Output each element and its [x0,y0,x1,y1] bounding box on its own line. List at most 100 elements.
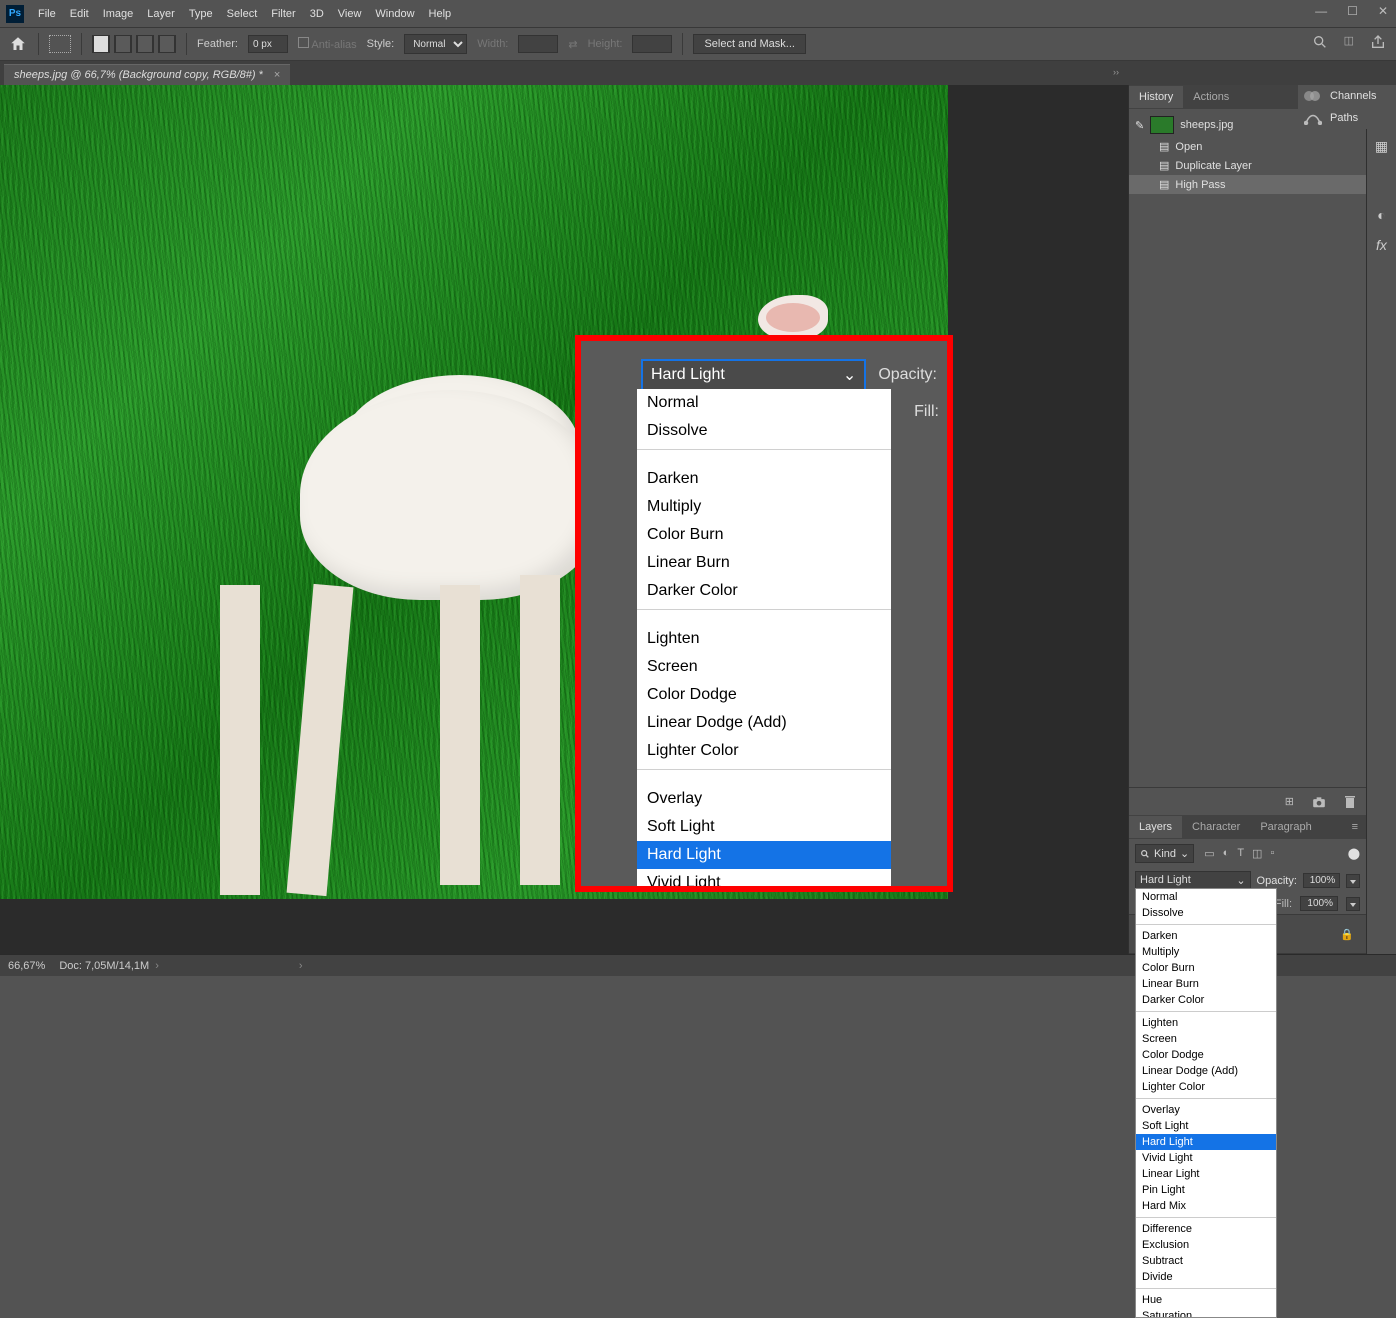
blend-mode-dropdown-zoom[interactable]: NormalDissolveDarkenMultiplyColor BurnLi… [637,389,891,886]
frame-icon[interactable]: ◫ [1344,34,1354,50]
filter-toggle-icon[interactable]: ⬤ [1348,847,1360,860]
menu-3d[interactable]: 3D [310,8,324,20]
menu-type[interactable]: Type [189,8,213,20]
tab-history[interactable]: History [1129,86,1183,108]
new-snapshot-icon[interactable]: ⊞ [1285,795,1294,808]
blend-option-exclusion[interactable]: Exclusion [1136,1237,1276,1253]
blend-option-color-dodge[interactable]: Color Dodge [1136,1047,1276,1063]
blend-option-screen[interactable]: Screen [1136,1031,1276,1047]
history-step-current[interactable]: ▤ High Pass [1129,175,1366,194]
history-step[interactable]: ▤ Open [1129,137,1366,156]
blend-option-multiply[interactable]: Multiply [637,493,891,521]
blend-option-hard-light[interactable]: Hard Light [637,841,891,869]
blend-option-linear-burn[interactable]: Linear Burn [637,549,891,577]
panel-menu-icon[interactable]: ≡ [1344,821,1366,833]
adjustment-filter-icon[interactable]: ◐ [1223,847,1230,860]
doc-size-readout[interactable]: Doc: 7,05M/14,1M [59,960,159,972]
status-expand[interactable] [293,960,303,972]
blend-option-soft-light[interactable]: Soft Light [1136,1118,1276,1134]
blend-option-lighter-color[interactable]: Lighter Color [1136,1079,1276,1095]
blend-option-darken[interactable]: Darken [1136,928,1276,944]
blend-option-screen[interactable]: Screen [637,653,891,681]
blend-option-color-burn[interactable]: Color Burn [1136,960,1276,976]
opacity-stepper[interactable] [1346,874,1360,888]
tab-layers[interactable]: Layers [1129,816,1182,838]
maximize-button[interactable]: ☐ [1347,4,1358,18]
blend-option-normal[interactable]: Normal [1136,889,1276,905]
blend-option-color-burn[interactable]: Color Burn [637,521,891,549]
opacity-value[interactable]: 100% [1303,873,1340,888]
tab-actions[interactable]: Actions [1183,86,1239,108]
blend-option-darker-color[interactable]: Darker Color [1136,992,1276,1008]
home-icon[interactable] [8,34,28,54]
blend-option-lighten[interactable]: Lighten [1136,1015,1276,1031]
menu-edit[interactable]: Edit [70,8,89,20]
close-button[interactable]: ✕ [1378,4,1388,18]
blend-option-saturation[interactable]: Saturation [1136,1308,1276,1318]
select-and-mask-button[interactable]: Select and Mask... [693,34,806,54]
menu-file[interactable]: File [38,8,56,20]
menu-window[interactable]: Window [375,8,414,20]
blend-option-soft-light[interactable]: Soft Light [637,813,891,841]
layer-kind-filter[interactable]: Kind ⌄ [1135,844,1194,863]
smart-filter-icon[interactable]: ▫ [1270,847,1274,860]
pixel-filter-icon[interactable]: ▭ [1204,847,1214,860]
blend-option-overlay[interactable]: Overlay [1136,1102,1276,1118]
new-selection-icon[interactable] [92,35,110,53]
blend-option-color-dodge[interactable]: Color Dodge [637,681,891,709]
blend-mode-select-zoom[interactable]: Hard Light ⌄ [641,359,866,391]
blend-mode-dropdown[interactable]: NormalDissolveDarkenMultiplyColor BurnLi… [1135,888,1277,1318]
blend-option-pin-light[interactable]: Pin Light [1136,1182,1276,1198]
blend-option-linear-light[interactable]: Linear Light [1136,1166,1276,1182]
blend-option-dissolve[interactable]: Dissolve [637,417,891,445]
type-filter-icon[interactable]: T [1237,847,1244,860]
blend-option-normal[interactable]: Normal [637,389,891,417]
search-icon[interactable] [1312,34,1328,50]
history-step[interactable]: ▤ Duplicate Layer [1129,156,1366,175]
blend-option-hard-mix[interactable]: Hard Mix [1136,1198,1276,1214]
blend-option-linear-burn[interactable]: Linear Burn [1136,976,1276,992]
zoom-readout[interactable]: 66,67% [8,960,45,972]
menu-filter[interactable]: Filter [271,8,295,20]
blend-option-lighten[interactable]: Lighten [637,625,891,653]
menu-view[interactable]: View [338,8,362,20]
fill-value[interactable]: 100% [1300,896,1338,911]
blend-option-hard-light[interactable]: Hard Light [1136,1134,1276,1150]
shape-filter-icon[interactable]: ◫ [1252,847,1262,860]
document-tab-close-icon[interactable]: × [274,69,280,81]
swatches-panel-icon[interactable]: ▦ [1375,138,1388,155]
tab-paragraph[interactable]: Paragraph [1250,816,1321,838]
subtract-selection-icon[interactable] [136,35,154,53]
feather-input[interactable] [248,35,288,53]
intersect-selection-icon[interactable] [158,35,176,53]
collapse-panels-icon[interactable]: ›› [1113,67,1119,77]
blend-option-linear-dodge-add-[interactable]: Linear Dodge (Add) [637,709,891,737]
fill-stepper[interactable] [1346,897,1360,911]
camera-icon[interactable] [1312,796,1326,808]
add-selection-icon[interactable] [114,35,132,53]
tab-character[interactable]: Character [1182,816,1250,838]
canvas-area[interactable]: Hard Light ⌄ Opacity: Fill: NormalDissol… [0,85,1128,954]
blend-option-lighter-color[interactable]: Lighter Color [637,737,891,765]
minimize-button[interactable]: — [1315,4,1327,18]
share-icon[interactable] [1370,34,1386,50]
channels-panel-button[interactable]: Channels [1298,85,1396,107]
styles-panel-icon[interactable]: fx [1376,237,1387,253]
blend-option-divide[interactable]: Divide [1136,1269,1276,1285]
blend-option-vivid-light[interactable]: Vivid Light [1136,1150,1276,1166]
blend-option-dissolve[interactable]: Dissolve [1136,905,1276,921]
blend-option-overlay[interactable]: Overlay [637,785,891,813]
blend-option-difference[interactable]: Difference [1136,1221,1276,1237]
menu-layer[interactable]: Layer [147,8,175,20]
blend-option-subtract[interactable]: Subtract [1136,1253,1276,1269]
menu-select[interactable]: Select [227,8,258,20]
style-select[interactable]: Normal [404,34,467,54]
blend-option-vivid-light[interactable]: Vivid Light [637,869,891,886]
document-tab[interactable]: sheeps.jpg @ 66,7% (Background copy, RGB… [4,64,290,85]
blend-option-darken[interactable]: Darken [637,465,891,493]
menu-image[interactable]: Image [103,8,134,20]
marquee-tool-icon[interactable] [49,35,71,53]
blend-option-linear-dodge-add-[interactable]: Linear Dodge (Add) [1136,1063,1276,1079]
blend-option-hue[interactable]: Hue [1136,1292,1276,1308]
blend-option-multiply[interactable]: Multiply [1136,944,1276,960]
